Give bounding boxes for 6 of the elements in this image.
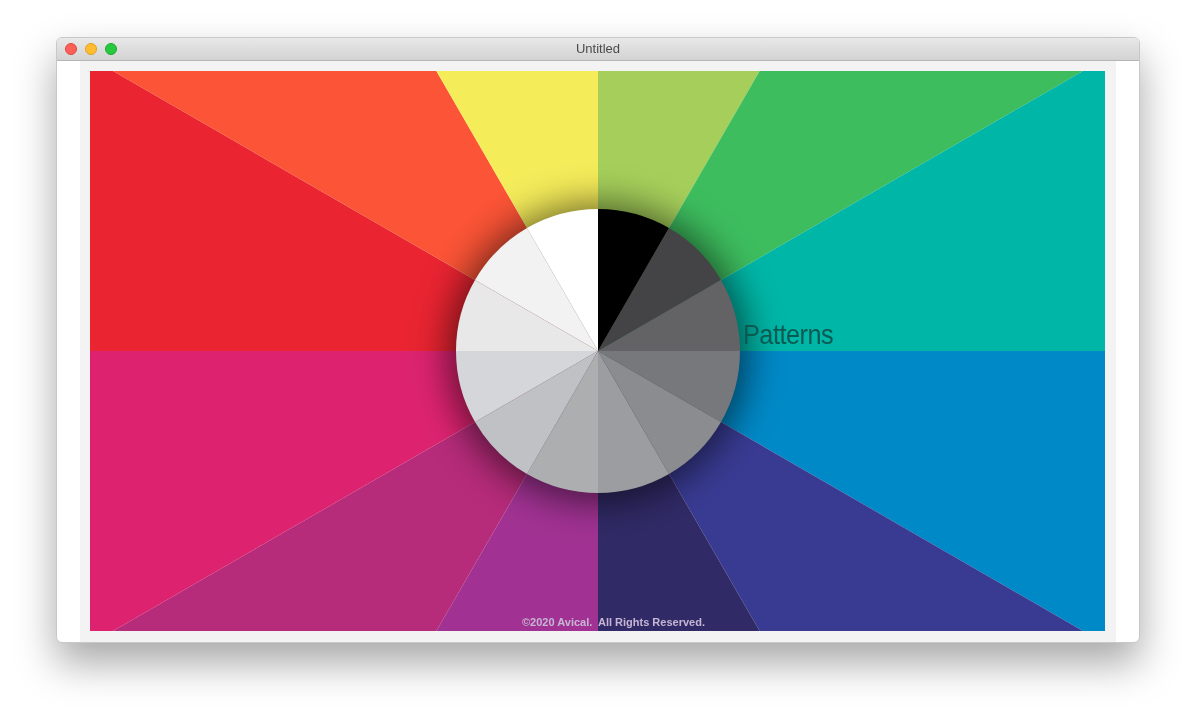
heading: Patterns [743,321,834,349]
window-title: Untitled [575,40,621,59]
close-button[interactable] [65,43,77,55]
minimize-button[interactable] [85,43,97,55]
zoom-button[interactable] [105,43,117,55]
footer-copyright: ©2020 Avical. All Rights Reserved. [522,614,705,630]
